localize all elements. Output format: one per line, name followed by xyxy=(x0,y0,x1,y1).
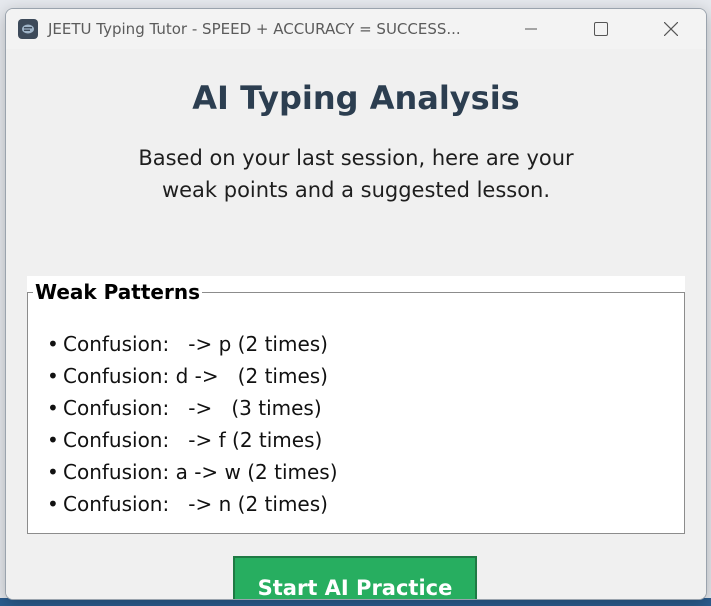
list-item: • Confusion: -> n (2 times) xyxy=(47,488,338,520)
pattern-text: Confusion: -> f (2 times) xyxy=(63,428,323,452)
close-icon xyxy=(664,22,678,36)
dialog-content: AI Typing Analysis Based on your last se… xyxy=(6,49,706,599)
app-icon xyxy=(18,19,38,39)
close-button[interactable] xyxy=(636,9,706,49)
list-item: • Confusion: -> (3 times) xyxy=(47,392,338,424)
window-title: JEETU Typing Tutor - SPEED + ACCURACY = … xyxy=(48,20,461,38)
maximize-icon xyxy=(594,22,608,36)
title-bar[interactable]: JEETU Typing Tutor - SPEED + ACCURACY = … xyxy=(6,9,706,49)
pattern-text: Confusion: d -> (2 times) xyxy=(63,364,328,388)
subtitle-line-1: Based on your last session, here are you… xyxy=(138,146,574,170)
list-item: • Confusion: -> p (2 times) xyxy=(47,328,338,360)
dialog-window: JEETU Typing Tutor - SPEED + ACCURACY = … xyxy=(5,8,707,600)
bullet-icon: • xyxy=(47,492,59,516)
subtitle: Based on your last session, here are you… xyxy=(6,142,706,206)
window-controls xyxy=(496,9,706,49)
maximize-button[interactable] xyxy=(566,9,636,49)
bullet-icon: • xyxy=(47,364,59,388)
pattern-text: Confusion: -> n (2 times) xyxy=(63,492,328,516)
list-item: • Confusion: a -> w (2 times) xyxy=(47,456,338,488)
start-ai-practice-button[interactable]: Start AI Practice xyxy=(233,556,477,599)
weak-patterns-list: • Confusion: -> p (2 times) • Confusion: d… xyxy=(47,328,338,520)
minimize-icon xyxy=(525,28,537,30)
bullet-icon: • xyxy=(47,332,59,356)
subtitle-line-2: weak points and a suggested lesson. xyxy=(161,178,551,202)
list-item: • Confusion: d -> (2 times) xyxy=(47,360,338,392)
group-label: Weak Patterns xyxy=(33,280,202,304)
bullet-icon: • xyxy=(47,460,59,484)
bullet-icon: • xyxy=(47,396,59,420)
pattern-text: Confusion: -> (3 times) xyxy=(63,396,322,420)
page-title: AI Typing Analysis xyxy=(192,79,520,117)
pattern-text: Confusion: a -> w (2 times) xyxy=(63,460,338,484)
weak-patterns-group: Weak Patterns • Confusion: -> p (2 times)… xyxy=(27,276,685,534)
minimize-button[interactable] xyxy=(496,9,566,49)
bullet-icon: • xyxy=(47,428,59,452)
pattern-text: Confusion: -> p (2 times) xyxy=(63,332,328,356)
list-item: • Confusion: -> f (2 times) xyxy=(47,424,338,456)
